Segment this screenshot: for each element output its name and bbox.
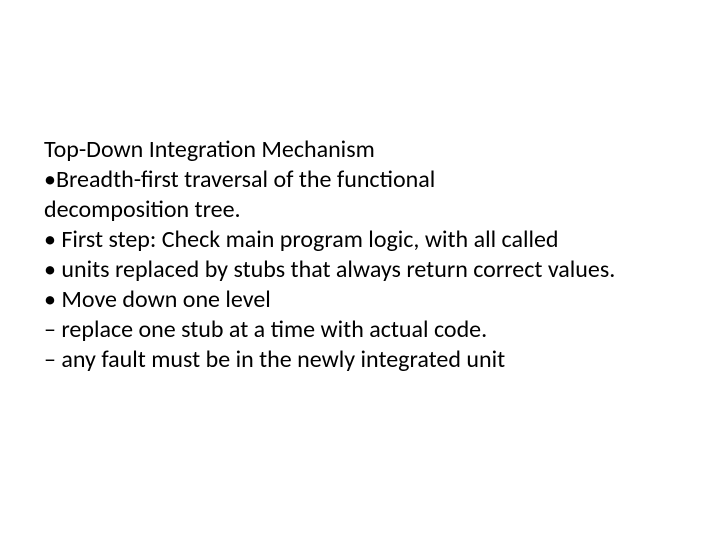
bullet-line: • Move down one level xyxy=(44,285,670,315)
slide-content: Top-Down Integration Mechanism •Breadth-… xyxy=(44,135,670,375)
bullet-line: – replace one stub at a time with actual… xyxy=(44,315,670,345)
bullet-line: • First step: Check main program logic, … xyxy=(44,225,670,255)
bullet-line: • units replaced by stubs that always re… xyxy=(44,255,670,285)
slide-title: Top-Down Integration Mechanism xyxy=(44,135,670,165)
bullet-line: – any fault must be in the newly integra… xyxy=(44,345,670,375)
bullet-line: decomposition tree. xyxy=(44,195,670,225)
bullet-line: •Breadth-first traversal of the function… xyxy=(44,165,670,195)
